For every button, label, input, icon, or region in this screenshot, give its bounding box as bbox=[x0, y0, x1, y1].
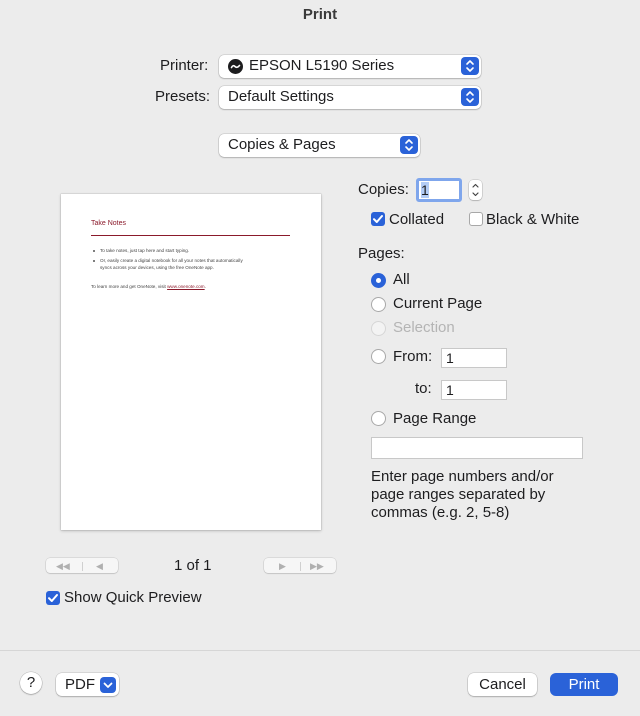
printer-status-icon bbox=[228, 59, 243, 74]
chevron-updown-icon bbox=[461, 88, 479, 106]
pdf-label: PDF bbox=[65, 676, 95, 693]
preview-doc-rule bbox=[91, 235, 290, 236]
help-button[interactable]: ? bbox=[20, 672, 42, 694]
preview-footer-text: To learn more and get OneNote, visit www… bbox=[91, 284, 206, 290]
next-page-button[interactable]: ▶ bbox=[279, 561, 286, 572]
cancel-button[interactable]: Cancel bbox=[468, 673, 537, 696]
preview-footer-suffix: . bbox=[204, 284, 206, 289]
radio-current-page-label: Current Page bbox=[393, 295, 483, 312]
last-page-button[interactable]: ▶▶ bbox=[310, 561, 324, 572]
collated-label: Collated bbox=[389, 211, 445, 228]
copies-field[interactable]: 1 bbox=[416, 178, 462, 202]
collated-checkbox[interactable] bbox=[371, 212, 385, 226]
preview-bullet-2-line-2: syncs across your devices, using the fre… bbox=[100, 265, 214, 270]
page-range-help-line: page ranges separated by bbox=[371, 486, 546, 503]
radio-current-page[interactable] bbox=[371, 297, 386, 312]
radio-selection bbox=[371, 321, 386, 336]
radio-from[interactable] bbox=[371, 349, 386, 364]
preview-bullet-2-line-1: Or, easily create a digital notebook for… bbox=[93, 258, 243, 263]
radio-all-label: All bbox=[393, 271, 410, 288]
preview-footer-prefix: To learn more and get OneNote, visit bbox=[91, 284, 168, 289]
pages-label: Pages: bbox=[358, 245, 405, 262]
preview-footer-link: www.onenote.com bbox=[167, 284, 205, 289]
from-page-field[interactable]: 1 bbox=[441, 348, 507, 368]
chevron-updown-icon bbox=[400, 136, 418, 154]
page-range-help: Enter page numbers and/or page ranges se… bbox=[371, 468, 554, 522]
page-range-field[interactable] bbox=[371, 437, 583, 459]
to-page-field[interactable]: 1 bbox=[441, 380, 507, 400]
radio-selection-label: Selection bbox=[393, 319, 455, 336]
printer-popup[interactable]: EPSON L5190 Series bbox=[219, 55, 481, 78]
show-quick-preview-label: Show Quick Preview bbox=[64, 589, 202, 606]
presets-popup[interactable]: Default Settings bbox=[219, 86, 481, 109]
preview-doc-title: Take Notes bbox=[91, 220, 127, 227]
stepper-arrows-icon bbox=[472, 183, 479, 197]
radio-from-label: From: bbox=[393, 348, 433, 365]
black-white-label: Black & White bbox=[486, 211, 580, 228]
presets-value: Default Settings bbox=[228, 88, 334, 105]
copies-label: Copies: bbox=[358, 181, 409, 198]
section-popup[interactable]: Copies & Pages bbox=[219, 134, 420, 157]
page-indicator: 1 of 1 bbox=[174, 557, 212, 574]
preview-bullet-1: To take notes, just tap here and start t… bbox=[92, 248, 190, 253]
preview-nav-back: ◀◀ ◀ bbox=[46, 558, 118, 573]
black-white-checkbox[interactable] bbox=[469, 212, 483, 226]
first-page-button[interactable]: ◀◀ bbox=[56, 561, 70, 572]
chevron-updown-icon bbox=[461, 57, 479, 75]
printer-value: EPSON L5190 Series bbox=[249, 57, 395, 74]
window-title: Print bbox=[302, 6, 338, 23]
page-range-help-line: Enter page numbers and/or bbox=[371, 468, 554, 485]
print-button[interactable]: Print bbox=[550, 673, 618, 696]
chevron-down-icon bbox=[100, 677, 116, 693]
printer-label: Printer: bbox=[160, 57, 209, 74]
footer-separator bbox=[0, 650, 640, 651]
section-popup-value: Copies & Pages bbox=[228, 136, 336, 153]
copies-value: 1 bbox=[421, 182, 429, 198]
copies-stepper[interactable] bbox=[469, 180, 482, 200]
radio-page-range[interactable] bbox=[371, 411, 386, 426]
radio-all[interactable] bbox=[371, 273, 386, 288]
pdf-menu-button[interactable]: PDF bbox=[56, 673, 119, 696]
page-preview: Take Notes To take notes, just tap here … bbox=[61, 194, 321, 530]
checkmark-icon bbox=[373, 215, 383, 223]
page-range-help-line: commas (e.g. 2, 5-8) bbox=[371, 504, 510, 521]
radio-page-range-label: Page Range bbox=[393, 410, 477, 427]
preview-nav-forward: ▶ ▶▶ bbox=[264, 558, 336, 573]
checkmark-icon bbox=[48, 594, 58, 602]
presets-label: Presets: bbox=[155, 88, 211, 105]
to-label: to: bbox=[415, 380, 432, 397]
show-quick-preview-checkbox[interactable] bbox=[46, 591, 60, 605]
prev-page-button[interactable]: ◀ bbox=[96, 561, 103, 572]
